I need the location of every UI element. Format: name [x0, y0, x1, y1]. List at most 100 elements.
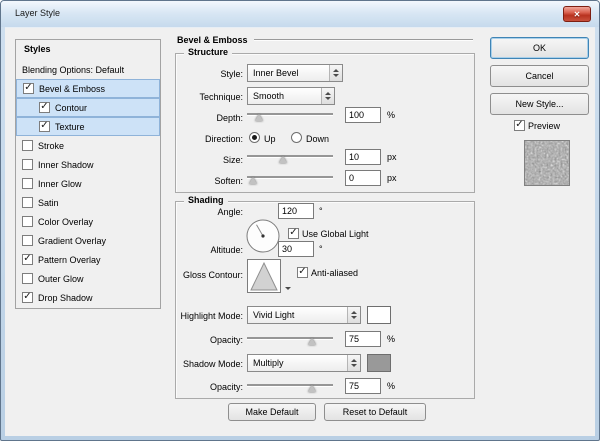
- sidebar-item-satin[interactable]: Satin: [16, 193, 160, 212]
- style-select[interactable]: Inner Bevel: [247, 64, 343, 82]
- cancel-label: Cancel: [525, 71, 553, 81]
- highlight-opacity-input[interactable]: [345, 331, 381, 347]
- use-global-light-checkbox[interactable]: ✓: [288, 228, 299, 239]
- check-icon: ✓: [23, 292, 31, 301]
- style-select-value: Inner Bevel: [248, 68, 329, 78]
- highlight-opacity-unit: %: [387, 334, 395, 344]
- sidebar-item-stroke[interactable]: Stroke: [16, 136, 160, 155]
- check-icon: ✓: [40, 121, 48, 130]
- sidebar-item-inner-glow[interactable]: Inner Glow: [16, 174, 160, 193]
- angle-input[interactable]: [278, 203, 314, 219]
- slider-thumb[interactable]: [308, 385, 316, 392]
- checkbox[interactable]: ✓: [39, 102, 50, 113]
- sidebar-item-label: Contour: [55, 103, 87, 113]
- sidebar-item-label: Gradient Overlay: [38, 236, 106, 246]
- checkbox[interactable]: ✓: [22, 292, 33, 303]
- direction-down-label: Down: [306, 134, 329, 144]
- panel-title-text: Bevel & Emboss: [177, 35, 248, 45]
- sidebar-item-gradient-overlay[interactable]: Gradient Overlay: [16, 231, 160, 250]
- checkbox[interactable]: ✓: [22, 254, 33, 265]
- sidebar-item-bevel-emboss[interactable]: ✓ Bevel & Emboss: [16, 79, 160, 98]
- soften-label: Soften:: [183, 176, 243, 186]
- new-style-button[interactable]: New Style...: [490, 93, 589, 115]
- size-label: Size:: [183, 155, 243, 165]
- check-icon: ✓: [289, 228, 297, 237]
- preview-checkbox[interactable]: ✓: [514, 120, 525, 131]
- angle-dial-graphic: [245, 218, 281, 254]
- sidebar-item-blending-options[interactable]: Blending Options: Default: [16, 60, 160, 79]
- slider-track: [247, 384, 333, 386]
- check-icon: ✓: [298, 267, 306, 276]
- anti-aliased-checkbox[interactable]: ✓: [297, 267, 308, 278]
- reset-to-default-button[interactable]: Reset to Default: [324, 403, 426, 421]
- ok-button[interactable]: OK: [490, 37, 589, 59]
- sidebar-item-label: Pattern Overlay: [38, 255, 101, 265]
- shadow-color-swatch[interactable]: [367, 354, 391, 372]
- checkbox[interactable]: ✓: [39, 121, 50, 132]
- altitude-label: Altitude:: [183, 245, 243, 255]
- contour-shape: [248, 260, 280, 292]
- slider-thumb[interactable]: [279, 156, 287, 163]
- highlight-color-swatch[interactable]: [367, 306, 391, 324]
- checkbox[interactable]: [22, 216, 33, 227]
- slider-track: [247, 337, 333, 339]
- angle-dial[interactable]: [245, 218, 281, 254]
- shadow-opacity-unit: %: [387, 381, 395, 391]
- sidebar-item-color-overlay[interactable]: Color Overlay: [16, 212, 160, 231]
- size-unit: px: [387, 152, 397, 162]
- soften-unit: px: [387, 173, 397, 183]
- checkbox[interactable]: [22, 273, 33, 284]
- sidebar-item-inner-shadow[interactable]: Inner Shadow: [16, 155, 160, 174]
- shadow-opacity-input[interactable]: [345, 378, 381, 394]
- sidebar-item-pattern-overlay[interactable]: ✓ Pattern Overlay: [16, 250, 160, 269]
- close-icon: ✕: [574, 10, 581, 19]
- highlight-opacity-slider[interactable]: [247, 334, 333, 345]
- technique-select[interactable]: Smooth: [247, 87, 335, 105]
- preview-thumbnail: [524, 140, 570, 186]
- make-default-label: Make Default: [245, 407, 298, 417]
- shadow-mode-select[interactable]: Multiply: [247, 354, 361, 372]
- soften-input[interactable]: [345, 170, 381, 186]
- size-input[interactable]: [345, 149, 381, 165]
- size-slider[interactable]: [247, 152, 333, 163]
- cancel-button[interactable]: Cancel: [490, 65, 589, 87]
- checkbox[interactable]: [22, 159, 33, 170]
- anti-aliased-label: Anti-aliased: [311, 268, 358, 278]
- slider-thumb[interactable]: [249, 177, 257, 184]
- shadow-opacity-slider[interactable]: [247, 381, 333, 392]
- sidebar-item-label: Inner Glow: [38, 179, 82, 189]
- gloss-contour-dropdown[interactable]: [283, 284, 293, 293]
- direction-down-radio[interactable]: [291, 132, 302, 143]
- altitude-input[interactable]: [278, 241, 314, 257]
- depth-slider[interactable]: [247, 110, 333, 121]
- highlight-mode-select[interactable]: Vivid Light: [247, 306, 361, 324]
- checkbox[interactable]: [22, 178, 33, 189]
- check-icon: ✓: [40, 102, 48, 111]
- sidebar-item-label: Inner Shadow: [38, 160, 94, 170]
- checkbox[interactable]: ✓: [23, 83, 34, 94]
- sidebar-item-contour[interactable]: ✓ Contour: [16, 98, 160, 117]
- close-button[interactable]: ✕: [563, 6, 591, 22]
- checkbox[interactable]: [22, 197, 33, 208]
- heading-rule: [254, 39, 473, 41]
- soften-slider[interactable]: [247, 173, 333, 184]
- sidebar-item-outer-glow[interactable]: Outer Glow: [16, 269, 160, 288]
- slider-thumb[interactable]: [255, 114, 263, 121]
- checkbox[interactable]: [22, 140, 33, 151]
- slider-thumb[interactable]: [308, 338, 316, 345]
- shadow-opacity-label: Opacity:: [183, 382, 243, 392]
- slider-track: [247, 176, 333, 178]
- styles-panel: Styles Blending Options: Default ✓ Bevel…: [15, 39, 161, 309]
- depth-input[interactable]: [345, 107, 381, 123]
- angle-unit: °: [319, 206, 323, 216]
- check-icon: ✓: [515, 120, 523, 129]
- direction-up-radio[interactable]: [249, 132, 260, 143]
- shadow-mode-value: Multiply: [248, 358, 347, 368]
- make-default-button[interactable]: Make Default: [228, 403, 316, 421]
- sidebar-item-texture[interactable]: ✓ Texture: [16, 117, 160, 136]
- title-bar: Layer Style ✕: [1, 1, 599, 27]
- sidebar-item-drop-shadow[interactable]: ✓ Drop Shadow: [16, 288, 160, 307]
- check-icon: ✓: [23, 254, 31, 263]
- gloss-contour-thumbnail[interactable]: [247, 259, 281, 293]
- checkbox[interactable]: [22, 235, 33, 246]
